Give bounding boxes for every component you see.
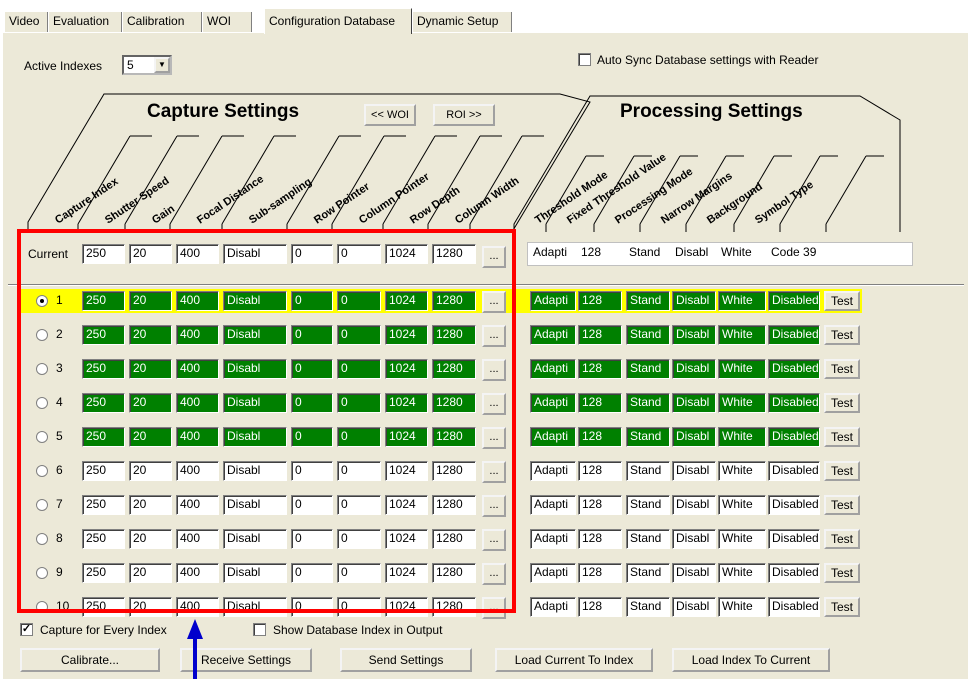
processing-field[interactable]: 128 [578,597,622,617]
processing-field[interactable]: White [718,325,766,345]
woi-nav-button[interactable]: << WOI [364,104,416,126]
processing-field[interactable]: White [718,359,766,379]
processing-field[interactable]: Adapti [530,495,576,515]
processing-field[interactable]: Disabl [672,359,716,379]
test-button[interactable]: Test [824,495,860,515]
processing-field[interactable]: Disabl [672,597,716,617]
capture-settings-title: Capture Settings [147,101,300,122]
processing-field[interactable]: Stand [626,291,670,311]
processing-field[interactable]: Disabled [768,427,820,447]
processing-field[interactable]: White [718,597,766,617]
processing-field[interactable]: Adapti [530,427,576,447]
test-button[interactable]: Test [824,529,860,549]
processing-field[interactable]: Disabl [672,495,716,515]
processing-field[interactable]: Adapti [530,325,576,345]
processing-field[interactable]: Adapti [530,359,576,379]
processing-field[interactable]: White [718,461,766,481]
processing-field[interactable]: Disabled [768,325,820,345]
processing-field[interactable]: Stand [626,495,670,515]
processing-field[interactable]: Disabled [768,461,820,481]
processing-field[interactable]: Stand [626,529,670,549]
current-processing-field[interactable]: 128 [578,244,622,264]
processing-field[interactable]: Disabl [672,563,716,583]
processing-field[interactable]: White [718,393,766,413]
processing-field[interactable]: Disabled [768,359,820,379]
processing-field[interactable]: Adapti [530,563,576,583]
processing-field[interactable]: Disabl [672,325,716,345]
processing-field[interactable]: Disabled [768,495,820,515]
processing-settings-title: Processing Settings [620,101,803,122]
show-db-index-label: Show Database Index in Output [273,623,443,637]
test-button[interactable]: Test [824,563,860,583]
processing-field[interactable]: Disabl [672,529,716,549]
processing-field[interactable]: Adapti [530,393,576,413]
load-index-to-current-button[interactable]: Load Index To Current [672,648,830,672]
processing-field[interactable]: Stand [626,563,670,583]
current-processing-field[interactable]: Adapti [530,244,576,264]
processing-field[interactable]: Adapti [530,461,576,481]
test-button[interactable]: Test [824,427,860,447]
processing-field[interactable]: Disabl [672,461,716,481]
processing-field[interactable]: Disabl [672,427,716,447]
processing-field[interactable]: 128 [578,461,622,481]
capture-every-index-label: Capture for Every Index [40,623,167,637]
processing-field[interactable]: Disabled [768,563,820,583]
test-button[interactable]: Test [824,359,860,379]
processing-field[interactable]: Disabled [768,393,820,413]
processing-field[interactable]: Disabled [768,597,820,617]
processing-field[interactable]: White [718,427,766,447]
current-processing-field[interactable]: Stand [626,244,670,264]
processing-field[interactable]: Disabled [768,529,820,549]
current-processing-field[interactable]: Disabl [672,244,716,264]
processing-field[interactable]: White [718,495,766,515]
processing-field[interactable]: White [718,291,766,311]
processing-field[interactable]: Disabl [672,291,716,311]
processing-field[interactable]: Stand [626,325,670,345]
capture-column-header: Gain [150,203,177,227]
processing-field[interactable]: 128 [578,495,622,515]
processing-field[interactable]: Disabl [672,393,716,413]
processing-field[interactable]: Adapti [530,291,576,311]
processing-field[interactable]: Stand [626,427,670,447]
test-button[interactable]: Test [824,291,860,311]
test-button[interactable]: Test [824,597,860,617]
processing-field[interactable]: Stand [626,393,670,413]
calibrate-button[interactable]: Calibrate... [20,648,160,672]
processing-field[interactable]: Adapti [530,529,576,549]
processing-field[interactable]: 128 [578,325,622,345]
processing-field[interactable]: 128 [578,529,622,549]
processing-field[interactable]: Adapti [530,597,576,617]
processing-field[interactable]: Disabled [768,291,820,311]
arrow-icon [187,619,203,679]
processing-field[interactable]: 128 [578,393,622,413]
capture-column-header: Column Width [453,175,522,227]
processing-field[interactable]: 128 [578,291,622,311]
highlight-box [17,229,516,613]
roi-nav-button[interactable]: ROI >> [433,104,495,126]
processing-field[interactable]: 128 [578,427,622,447]
send-settings-button[interactable]: Send Settings [340,648,472,672]
processing-field[interactable]: White [718,563,766,583]
processing-column-header: Symbol Type [753,179,816,227]
processing-field[interactable]: White [718,529,766,549]
capture-every-index-checkbox[interactable]: ✓ [20,623,33,636]
current-processing-field[interactable]: Code 39 [768,244,820,264]
load-current-to-index-button[interactable]: Load Current To Index [495,648,653,672]
processing-field[interactable]: Stand [626,359,670,379]
processing-field[interactable]: Stand [626,597,670,617]
current-processing-field[interactable]: White [718,244,766,264]
test-button[interactable]: Test [824,461,860,481]
test-button[interactable]: Test [824,325,860,345]
test-button[interactable]: Test [824,393,860,413]
processing-field[interactable]: 128 [578,563,622,583]
show-db-index-checkbox[interactable] [253,623,266,636]
tab-configuration-database[interactable]: Configuration Database [264,8,412,34]
processing-field[interactable]: Stand [626,461,670,481]
processing-field[interactable]: 128 [578,359,622,379]
